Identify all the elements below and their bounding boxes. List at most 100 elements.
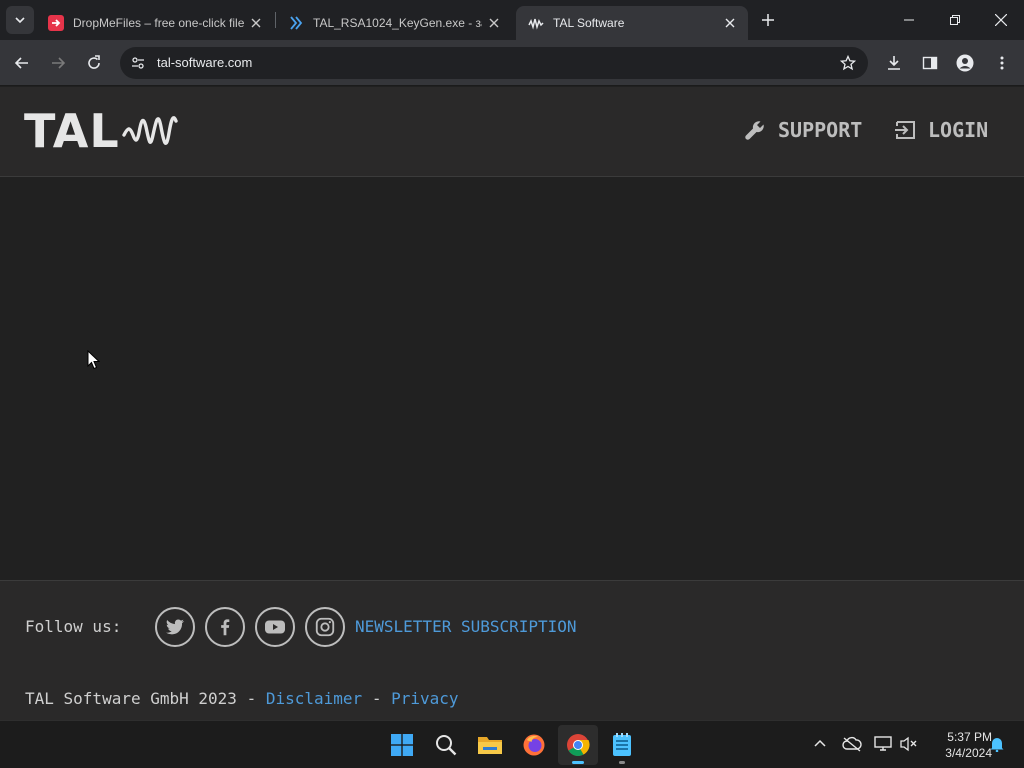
close-tab-icon[interactable]	[482, 11, 506, 35]
twitter-link[interactable]	[155, 607, 195, 647]
waveform-logo-icon	[122, 116, 178, 145]
nav-support[interactable]: SUPPORT	[742, 117, 862, 143]
plus-icon	[762, 14, 774, 26]
twitter-icon	[166, 619, 185, 635]
facebook-icon	[221, 619, 230, 636]
taskbar-search-button[interactable]	[426, 725, 466, 765]
show-hidden-icons-button[interactable]	[809, 733, 831, 755]
site-header: TAL SUPPORT LOGIN	[0, 87, 1024, 177]
arrow-left-icon	[14, 57, 28, 69]
new-tab-button[interactable]	[756, 8, 780, 32]
notepad-button[interactable]	[602, 725, 642, 765]
windows-taskbar: 5:37 PM 3/4/2024	[0, 720, 1024, 768]
minimize-icon	[904, 19, 914, 21]
login-icon	[892, 117, 918, 143]
download-chevron-favicon	[288, 15, 304, 31]
follow-us-label: Follow us:	[25, 617, 122, 636]
address-bar[interactable]: tal-software.com	[120, 47, 868, 79]
cloud-offline-icon	[842, 736, 862, 752]
side-panel-button[interactable]	[916, 49, 944, 77]
nav-login-label: LOGIN	[928, 118, 989, 142]
reload-button[interactable]	[80, 49, 108, 77]
site-settings-icon[interactable]	[126, 51, 150, 75]
browser-menu-button[interactable]	[988, 49, 1016, 77]
notepad-icon	[613, 733, 631, 756]
clock-time: 5:37 PM	[947, 730, 992, 744]
restore-icon	[950, 15, 960, 25]
separator-text: -	[371, 689, 382, 708]
back-button[interactable]	[8, 49, 36, 77]
company-text: TAL Software GmbH 2023	[25, 689, 237, 708]
main-content-area	[0, 178, 1024, 580]
active-app-indicator	[572, 761, 584, 764]
bookmark-star-icon[interactable]	[836, 51, 860, 75]
onedrive-button[interactable]	[841, 733, 863, 755]
chrome-icon	[567, 734, 590, 756]
youtube-link[interactable]	[255, 607, 295, 647]
file-explorer-button[interactable]	[470, 725, 510, 765]
arrow-right-icon	[52, 57, 66, 69]
reload-icon	[88, 55, 100, 69]
youtube-icon	[265, 620, 285, 634]
browser-tabstrip: DropMeFiles – free one-click file sharin…	[0, 0, 1024, 40]
volume-muted-icon	[900, 736, 917, 752]
clock-date: 3/4/2024	[945, 746, 992, 760]
facebook-link[interactable]	[205, 607, 245, 647]
site-footer: Follow us: NEWSLETTER SUBSCRIPTION TAL S…	[0, 580, 1024, 720]
copyright-line: TAL Software GmbH 2023 - Disclaimer - Pr…	[25, 689, 459, 708]
tal-logo[interactable]: TAL	[24, 107, 180, 155]
instagram-icon	[315, 617, 335, 637]
tab-title: DropMeFiles – free one-click file sharin…	[73, 16, 244, 30]
mouse-cursor-icon	[87, 350, 100, 370]
address-url: tal-software.com	[157, 55, 253, 70]
browser-toolbar: tal-software.com	[0, 40, 1024, 86]
logo-text: TAL	[24, 104, 120, 158]
profile-button[interactable]	[951, 49, 979, 77]
volume-button[interactable]	[898, 733, 920, 755]
disclaimer-link[interactable]: Disclaimer	[266, 689, 362, 708]
forward-button[interactable]	[44, 49, 72, 77]
separator-text: -	[246, 689, 257, 708]
newsletter-subscription-link[interactable]: NEWSLETTER SUBSCRIPTION	[355, 617, 577, 636]
wrench-icon	[742, 117, 768, 143]
side-panel-icon	[922, 56, 938, 70]
chevron-down-icon	[15, 17, 25, 24]
clock[interactable]: 5:37 PM 3/4/2024	[922, 729, 992, 761]
firefox-button[interactable]	[514, 725, 554, 765]
notifications-button[interactable]	[986, 733, 1008, 755]
running-app-indicator	[619, 761, 625, 764]
tab-search-button[interactable]	[6, 6, 34, 34]
firefox-icon	[523, 734, 545, 756]
minimize-button[interactable]	[886, 0, 932, 40]
tal-favicon	[528, 15, 544, 31]
search-icon	[436, 735, 457, 756]
close-window-button[interactable]	[978, 0, 1024, 40]
folder-icon	[478, 737, 502, 754]
network-icon	[874, 736, 892, 751]
bell-icon	[990, 738, 1004, 752]
restore-button[interactable]	[932, 0, 978, 40]
download-icon	[888, 56, 900, 70]
downloads-button[interactable]	[880, 49, 908, 77]
chevron-up-icon	[814, 739, 826, 747]
tab-dropmefiles[interactable]: DropMeFiles – free one-click file sharin…	[36, 6, 274, 40]
tab-title: TAL_RSA1024_KeyGen.exe - загрузка	[313, 16, 482, 30]
tab-tal-software[interactable]: TAL Software	[516, 6, 748, 40]
privacy-link[interactable]: Privacy	[391, 689, 458, 708]
web-page: TAL SUPPORT LOGIN Follow us: NEWSLETTER …	[0, 87, 1024, 720]
close-tab-icon[interactable]	[244, 11, 268, 35]
start-button[interactable]	[382, 725, 422, 765]
dropmefiles-favicon	[48, 15, 64, 31]
windows-logo-icon	[391, 734, 413, 756]
tab-title: TAL Software	[553, 16, 625, 30]
instagram-link[interactable]	[305, 607, 345, 647]
tab-keygen-download[interactable]: TAL_RSA1024_KeyGen.exe - загрузка	[276, 6, 512, 40]
chrome-button[interactable]	[558, 725, 598, 765]
profile-icon	[956, 54, 974, 72]
more-vert-icon	[1000, 56, 1004, 70]
nav-login[interactable]: LOGIN	[892, 117, 988, 143]
network-button[interactable]	[872, 733, 894, 755]
close-icon	[995, 14, 1007, 26]
nav-support-label: SUPPORT	[778, 118, 863, 142]
close-tab-icon[interactable]	[718, 11, 742, 35]
